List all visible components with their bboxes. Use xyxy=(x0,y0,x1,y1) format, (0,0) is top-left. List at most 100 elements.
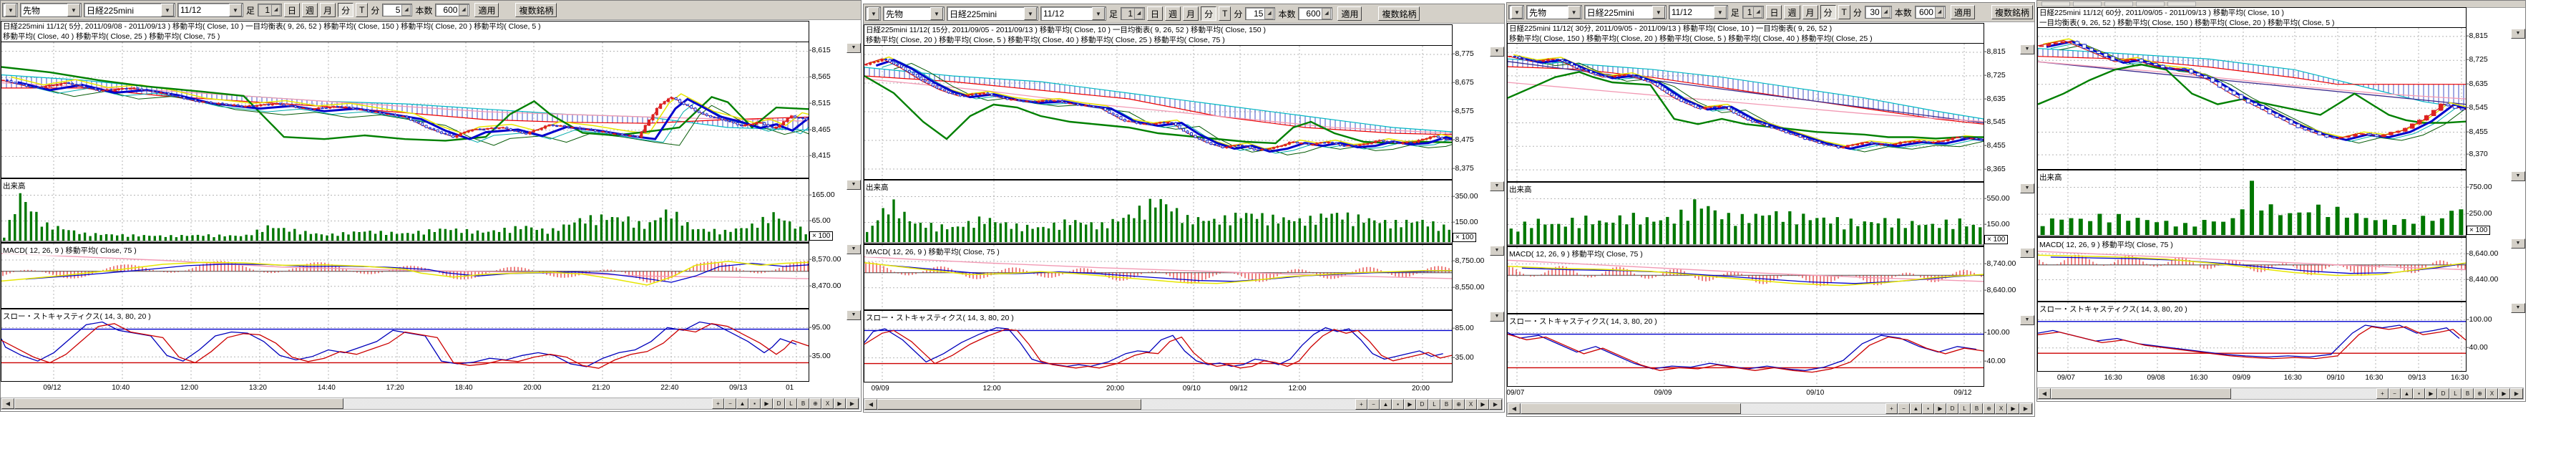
minute-input[interactable]: 30◢ xyxy=(1865,6,1892,19)
multi-symbol-button[interactable]: 複数銘柄 xyxy=(1378,6,1420,21)
horizontal-scrollbar[interactable]: ◀+−▲▪▶DLB⊕X▶▶ xyxy=(1507,403,2033,415)
chart-tool-button-3[interactable]: ▪ xyxy=(2413,388,2425,399)
period-button-月[interactable]: 月 xyxy=(1802,5,1818,19)
axis-menu-button[interactable]: ▼ xyxy=(1490,181,1504,191)
chart-tool-button-0[interactable]: + xyxy=(1885,403,1898,414)
scrollbar-track[interactable] xyxy=(2051,388,2376,399)
axis-menu-button[interactable]: ▼ xyxy=(847,310,861,320)
bar-interval-input[interactable]: 1◢ xyxy=(1121,7,1145,20)
scrollbar-thumb[interactable] xyxy=(14,398,343,409)
chart-tool-button-10[interactable]: ▶ xyxy=(2007,403,2019,414)
price-pane[interactable] xyxy=(864,45,1453,180)
scroll-left-button[interactable]: ◀ xyxy=(1508,403,1521,414)
period-button-分[interactable]: 分 xyxy=(1201,6,1216,21)
period-button-日[interactable]: 日 xyxy=(284,3,300,17)
period-button-週[interactable]: 週 xyxy=(302,3,318,17)
chart-tool-button-3[interactable]: ▪ xyxy=(1922,403,1934,414)
axis-menu-button[interactable]: ▼ xyxy=(1490,47,1504,57)
chart-tool-button-1[interactable]: − xyxy=(1898,403,1910,414)
apply-button[interactable]: 適用 xyxy=(1337,6,1362,21)
period-button-週[interactable]: 週 xyxy=(1165,6,1181,21)
chart-tool-button-4[interactable]: ▶ xyxy=(1404,399,1416,410)
minute-input[interactable]: 5◢ xyxy=(382,4,412,16)
apply-button[interactable]: 適用 xyxy=(1951,5,1975,19)
contract-combo[interactable]: 11/12▼ xyxy=(1669,5,1728,19)
period-button-T[interactable]: T xyxy=(1838,5,1850,19)
scrollbar-track[interactable] xyxy=(877,399,1355,410)
axis-menu-button[interactable]: ▼ xyxy=(847,43,861,53)
symbol-combo[interactable]: 日経225mini▼ xyxy=(1584,5,1667,19)
period-button-日[interactable]: 日 xyxy=(1147,6,1163,21)
price-pane[interactable] xyxy=(1,42,809,178)
scroll-right-button[interactable]: ▶ xyxy=(846,398,859,409)
chart-tool-button-10[interactable]: ▶ xyxy=(834,398,846,409)
axis-menu-button[interactable]: ▼ xyxy=(1490,312,1504,322)
chart-tool-button-2[interactable]: ▲ xyxy=(1910,403,1922,414)
category-combo[interactable]: 先物▼ xyxy=(1526,5,1582,19)
chart-tool-button-1[interactable]: − xyxy=(2389,388,2401,399)
chart-tool-button-1[interactable]: − xyxy=(1367,399,1380,410)
chart-tool-button-5[interactable]: D xyxy=(1416,399,1428,410)
chart-tool-button-0[interactable]: + xyxy=(712,398,724,409)
chart-tool-button-7[interactable]: B xyxy=(797,398,809,409)
scrollbar-track[interactable] xyxy=(1521,403,1885,414)
chart-tool-button-3[interactable]: ▪ xyxy=(1392,399,1404,410)
scrollbar-track[interactable] xyxy=(14,398,712,409)
chart-tool-button-1[interactable]: − xyxy=(724,398,736,409)
period-button-分[interactable]: 分 xyxy=(1820,5,1836,19)
chart-tool-button-7[interactable]: B xyxy=(2462,388,2474,399)
contract-combo[interactable]: 11/12▼ xyxy=(1040,6,1106,21)
contract-combo[interactable]: 11/12▼ xyxy=(177,3,243,17)
bar-interval-input[interactable]: 1◢ xyxy=(1742,6,1765,19)
chart-tool-button-6[interactable]: L xyxy=(1428,399,1440,410)
chart-tool-button-4[interactable]: ▶ xyxy=(2425,388,2437,399)
chart-tool-button-2[interactable]: ▲ xyxy=(2401,388,2413,399)
period-button-T[interactable]: T xyxy=(356,3,368,17)
chart-tool-button-2[interactable]: ▲ xyxy=(736,398,748,409)
symbol-combo[interactable]: 日経225mini▼ xyxy=(947,6,1038,21)
price-pane[interactable] xyxy=(1507,43,1984,182)
scrollbar-thumb[interactable] xyxy=(877,399,1141,410)
bar-interval-input[interactable]: 1◢ xyxy=(258,4,282,16)
axis-menu-button[interactable]: ▼ xyxy=(2511,29,2525,39)
period-button-日[interactable]: 日 xyxy=(1766,5,1782,19)
period-button-T[interactable]: T xyxy=(1219,6,1231,21)
category-combo[interactable]: 先物▼ xyxy=(20,3,82,17)
window-mode-combo[interactable]: ▼ xyxy=(2,3,18,17)
scroll-left-button[interactable]: ◀ xyxy=(2038,388,2051,399)
chart-tool-button-0[interactable]: + xyxy=(2376,388,2389,399)
axis-menu-button[interactable]: ▼ xyxy=(2020,183,2034,193)
chart-tool-button-4[interactable]: ▶ xyxy=(761,398,773,409)
chart-tool-button-6[interactable]: L xyxy=(785,398,797,409)
axis-menu-button[interactable]: ▼ xyxy=(2511,171,2525,181)
chart-tool-button-8[interactable]: ⊕ xyxy=(1453,399,1465,410)
horizontal-scrollbar[interactable]: ◀+−▲▪▶DLB⊕X▶▶ xyxy=(2037,387,2524,400)
chart-tool-button-8[interactable]: ⊕ xyxy=(1983,403,1995,414)
chart-tool-button-9[interactable]: X xyxy=(821,398,834,409)
scroll-left-button[interactable]: ◀ xyxy=(1,398,14,409)
window-mode-combo[interactable]: ▼ xyxy=(1508,5,1524,19)
chart-tool-button-6[interactable]: L xyxy=(1958,403,1971,414)
chart-tool-button-9[interactable]: X xyxy=(1995,403,2007,414)
volume-pane[interactable] xyxy=(1,178,809,243)
chart-tool-button-5[interactable]: D xyxy=(1946,403,1958,414)
axis-menu-button[interactable]: ▼ xyxy=(847,244,861,254)
count-input[interactable]: 600◢ xyxy=(435,4,469,16)
apply-button[interactable]: 適用 xyxy=(474,3,499,17)
period-button-週[interactable]: 週 xyxy=(1784,5,1800,19)
chart-tool-button-2[interactable]: ▲ xyxy=(1380,399,1392,410)
axis-menu-button[interactable]: ▼ xyxy=(1490,246,1504,256)
chart-tool-button-4[interactable]: ▶ xyxy=(1934,403,1946,414)
period-button-月[interactable]: 月 xyxy=(320,3,336,17)
multi-symbol-button[interactable]: 複数銘柄 xyxy=(515,3,557,17)
chart-tool-button-3[interactable]: ▪ xyxy=(748,398,761,409)
chart-tool-button-10[interactable]: ▶ xyxy=(1477,399,1489,410)
category-combo[interactable]: 先物▼ xyxy=(883,6,945,21)
axis-menu-button[interactable]: ▼ xyxy=(847,180,861,190)
horizontal-scrollbar[interactable]: ◀+−▲▪▶DLB⊕X▶▶ xyxy=(864,398,1503,410)
count-input[interactable]: 600◢ xyxy=(1298,7,1332,20)
price-pane[interactable] xyxy=(2037,27,2467,170)
chart-tool-button-6[interactable]: L xyxy=(2449,388,2462,399)
scroll-right-button[interactable]: ▶ xyxy=(2510,388,2523,399)
volume-pane[interactable] xyxy=(2037,170,2467,237)
